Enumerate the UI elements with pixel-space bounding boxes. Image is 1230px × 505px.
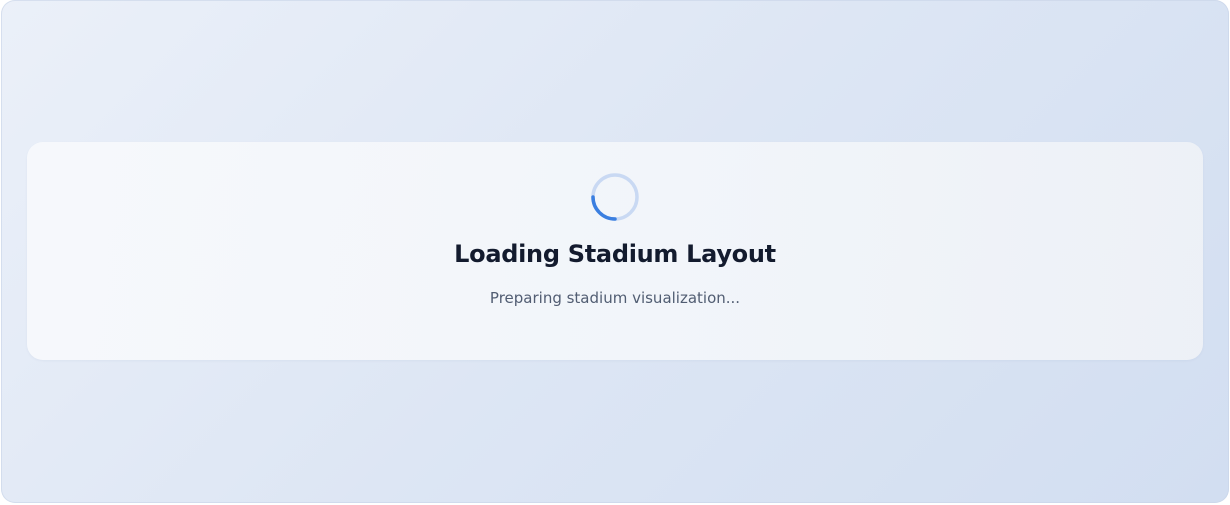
loading-message: Preparing stadium visualization...	[489, 289, 741, 307]
loading-card: Loading Stadium Layout Preparing stadium…	[27, 142, 1203, 360]
app-frame: Loading Stadium Layout Preparing stadium…	[1, 0, 1229, 503]
loading-spinner-icon	[590, 172, 640, 222]
loading-title: Loading Stadium Layout	[454, 240, 776, 268]
